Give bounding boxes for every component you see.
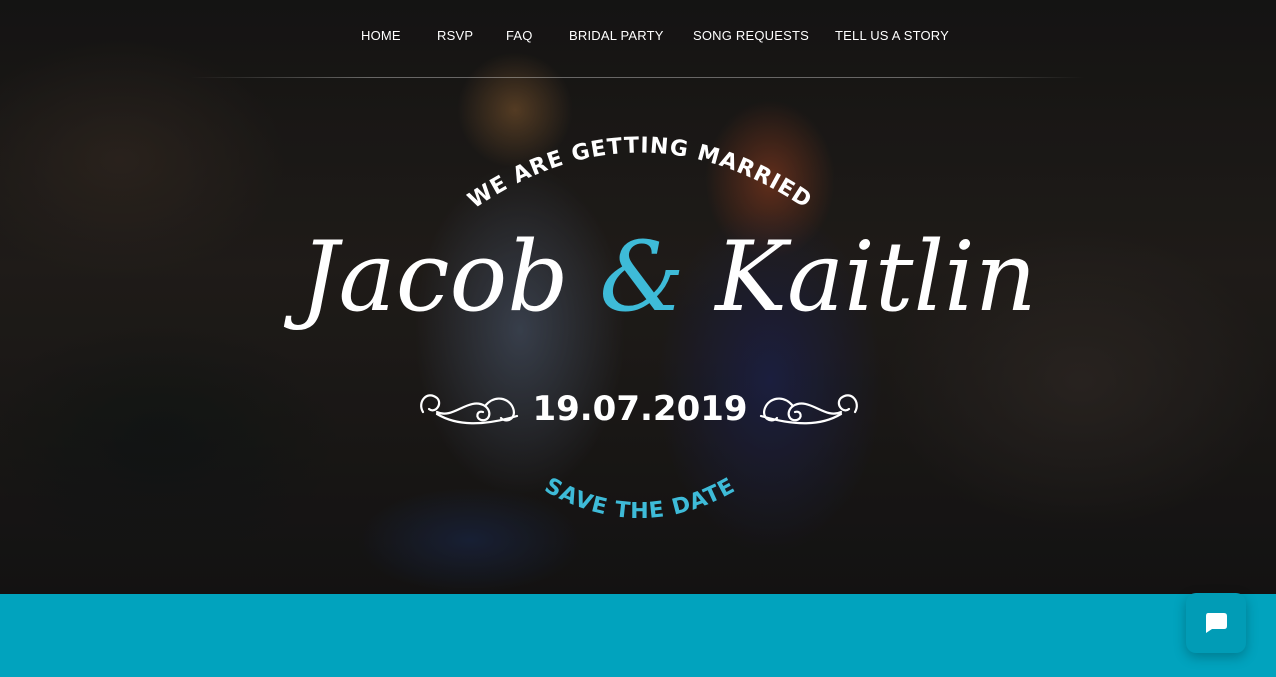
- right-flourish-icon: [759, 394, 858, 425]
- top-arc-heading: WE ARE GETTING MARRIED: [464, 133, 817, 214]
- couple-names: Jacob & Kaitlin: [300, 212, 1037, 342]
- wedding-date: 19.07.2019: [532, 389, 748, 429]
- chat-bubble-icon: [1206, 613, 1227, 633]
- groom-name: Jacob: [300, 221, 569, 333]
- chat-button[interactable]: [1186, 593, 1246, 653]
- ampersand: &: [599, 221, 685, 333]
- bride-name: Kaitlin: [715, 221, 1037, 333]
- content-section-band: [0, 594, 1276, 677]
- save-the-date-arc: SAVE THE DATE: [540, 473, 739, 524]
